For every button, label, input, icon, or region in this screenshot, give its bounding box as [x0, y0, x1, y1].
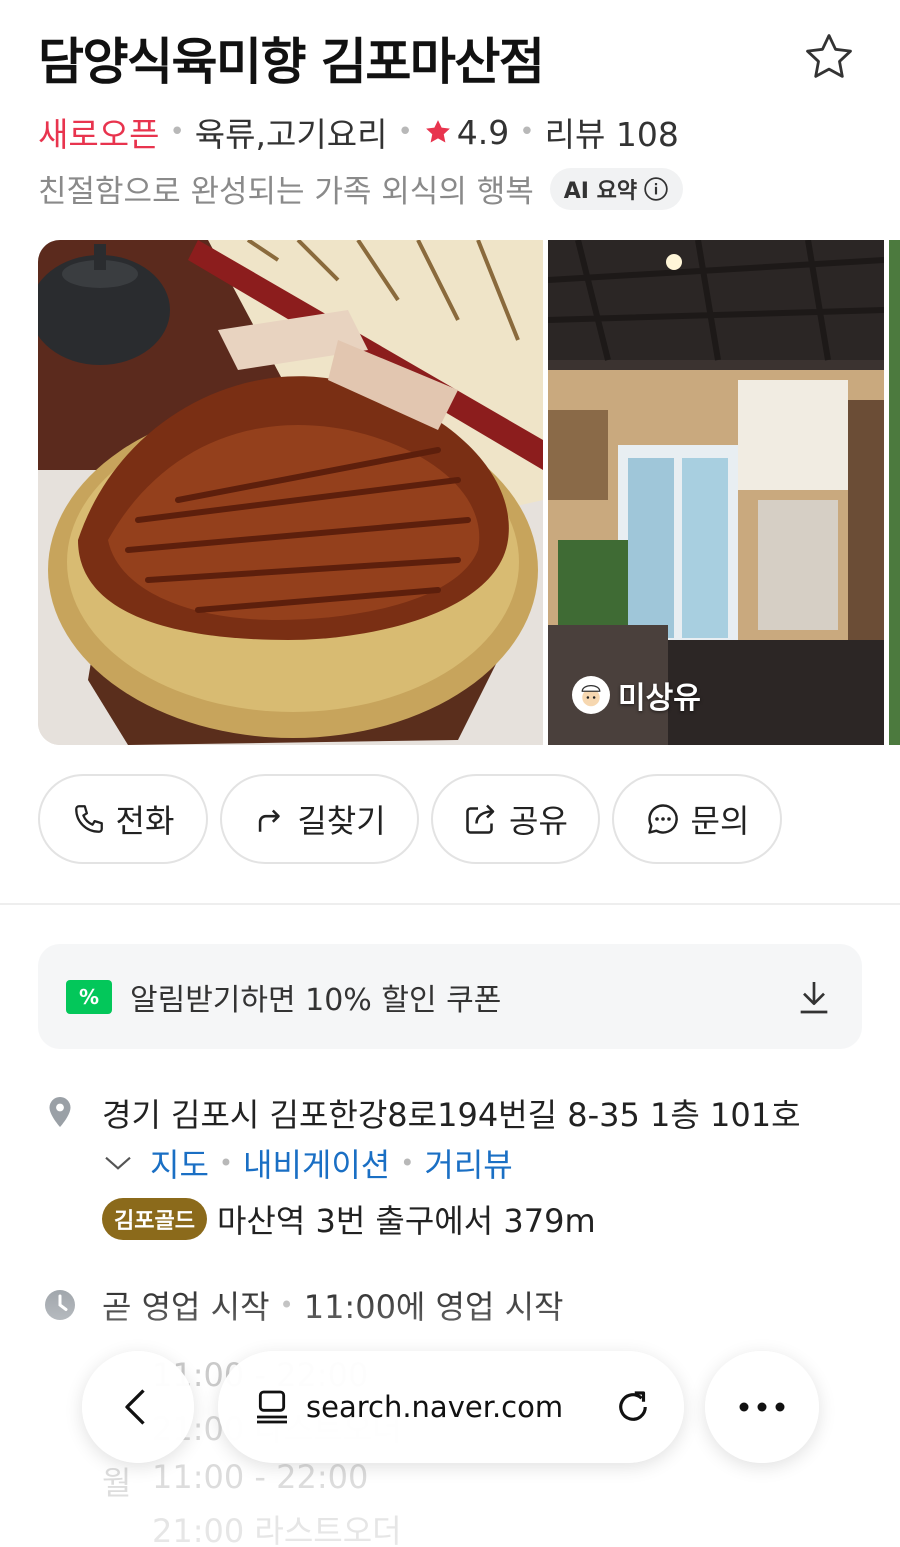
- back-button[interactable]: [82, 1351, 194, 1463]
- chat-icon: [647, 804, 678, 834]
- place-tagline: 친절함으로 완성되는 가족 외식의 행복: [38, 174, 534, 210]
- subway-line-badge: 김포골드: [102, 1198, 207, 1240]
- more-options-button[interactable]: [705, 1351, 819, 1463]
- transit-text: 마산역 3번 출구에서 379m: [216, 1202, 596, 1240]
- chevron-down-icon[interactable]: [102, 1147, 134, 1179]
- place-meta-row: 새로오픈 • 육류,고기요리 • 4.9 • 리뷰 108: [38, 108, 679, 156]
- download-icon[interactable]: [794, 977, 834, 1017]
- share-button[interactable]: 공유: [431, 774, 600, 864]
- transit-row: 김포골드 마산역 3번 출구에서 379m: [102, 1196, 596, 1242]
- address-links: 지도 • 내비게이션 • 거리뷰: [102, 1140, 513, 1186]
- section-divider: [0, 903, 900, 905]
- ai-summary-chip[interactable]: AI 요약: [549, 167, 684, 210]
- rating-star-icon: [423, 117, 453, 147]
- place-title: 담양식육미향 김포마산점: [38, 33, 545, 91]
- separator-dot: •: [169, 117, 185, 147]
- separator-dot: •: [218, 1149, 234, 1177]
- share-button-label: 공유: [509, 802, 568, 840]
- photo-food-galbi[interactable]: [38, 240, 543, 745]
- rating-value: 4.9: [456, 112, 510, 152]
- new-open-badge: 새로오픈: [38, 115, 160, 154]
- more-dots-icon: [739, 1402, 785, 1412]
- ai-summary-label: AI 요약: [563, 178, 638, 204]
- address-text: 경기 김포시 김포한강8로194번길 8-35 1층 101호: [102, 1096, 801, 1134]
- separator-dot: •: [519, 117, 535, 147]
- separator-dot: •: [400, 1149, 415, 1177]
- clock-icon: [45, 1290, 75, 1320]
- url-text: search.naver.com: [306, 1390, 564, 1424]
- photo-carousel[interactable]: 미상유: [38, 240, 900, 745]
- favorite-star-button[interactable]: [798, 26, 860, 88]
- review-count-link[interactable]: 리뷰 108: [545, 108, 679, 156]
- photo-interior[interactable]: 미상유: [548, 240, 884, 745]
- navigation-link[interactable]: 내비게이션: [243, 1140, 390, 1186]
- weekday-hours: 11:00 - 22:00: [152, 1458, 369, 1496]
- hours-status: 곧 영업 시작: [102, 1288, 270, 1326]
- separator-dot: •: [279, 1291, 294, 1319]
- photo-next-peek[interactable]: [889, 240, 900, 745]
- action-buttons: 전화 길찾기 공유 문의: [38, 774, 782, 864]
- separator-dot: •: [397, 117, 413, 147]
- info-icon: [644, 176, 668, 201]
- coupon-text: 알림받기하면 10% 할인 쿠폰: [130, 982, 502, 1018]
- photo-credit-name: 미상유: [618, 681, 701, 716]
- directions-button[interactable]: 길찾기: [220, 774, 419, 864]
- photo-credit: 미상유: [572, 673, 701, 717]
- chevron-left-icon: [125, 1389, 145, 1425]
- chef-avatar-icon: [572, 676, 610, 714]
- street-view-link[interactable]: 거리뷰: [424, 1140, 512, 1186]
- share-icon: [466, 804, 495, 834]
- reload-icon[interactable]: [612, 1386, 654, 1428]
- coupon-banner[interactable]: % 알림받기하면 10% 할인 쿠폰: [38, 944, 862, 1049]
- reader-mode-icon: [257, 1390, 287, 1424]
- address-bar[interactable]: search.naver.com: [218, 1351, 684, 1463]
- place-tagline-row: 친절함으로 완성되는 가족 외식의 행복 AI 요약: [38, 166, 684, 211]
- directions-button-label: 길찾기: [297, 802, 386, 840]
- hours-detail: 11:00에 영업 시작: [303, 1288, 564, 1326]
- weekday-last-order: 21:00 라스트오더: [152, 1512, 402, 1547]
- call-button[interactable]: 전화: [38, 774, 208, 864]
- star-outline-icon: [806, 34, 852, 78]
- directions-icon: [259, 809, 281, 832]
- category-label: 육류,고기요리: [194, 115, 388, 154]
- weekday-label: 월: [102, 1464, 132, 1502]
- inquiry-button[interactable]: 문의: [612, 774, 782, 864]
- inquiry-button-label: 문의: [690, 802, 750, 840]
- phone-icon: [74, 805, 103, 833]
- call-button-label: 전화: [115, 802, 175, 840]
- hours-row[interactable]: 곧 영업 시작 • 11:00에 영업 시작: [102, 1282, 563, 1328]
- location-pin-icon: [49, 1097, 71, 1127]
- coupon-ticket-icon: %: [66, 979, 112, 1014]
- map-link[interactable]: 지도: [150, 1140, 209, 1186]
